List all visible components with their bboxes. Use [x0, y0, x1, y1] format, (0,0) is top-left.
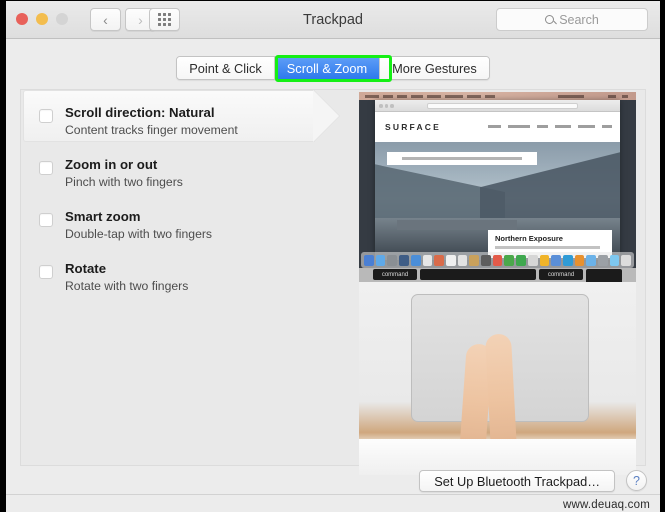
- tab-scroll-and-zoom[interactable]: Scroll & Zoom: [274, 57, 381, 79]
- preview-pier: [397, 220, 517, 230]
- checkbox-scroll-direction[interactable]: [39, 109, 53, 123]
- preview-dock: [361, 252, 634, 268]
- preview-key-option: option: [586, 269, 622, 282]
- option-subtitle: Content tracks finger movement: [65, 123, 238, 137]
- option-title: Scroll direction: Natural: [65, 105, 215, 120]
- checkbox-smart-zoom[interactable]: [39, 213, 53, 227]
- set-up-bluetooth-trackpad-button[interactable]: Set Up Bluetooth Trackpad…: [419, 470, 615, 492]
- preview-card-title: Northern Exposure: [495, 234, 563, 243]
- watermark: www.deuaq.com: [563, 499, 650, 511]
- preferences-panel: Scroll direction: Natural Content tracks…: [20, 89, 646, 475]
- option-title: Rotate: [65, 261, 107, 276]
- preview-site-logo: SURFACE: [385, 122, 442, 132]
- tab-group: Point & Click Scroll & Zoom More Gesture…: [176, 56, 490, 80]
- checkbox-zoom-in-or-out[interactable]: [39, 161, 53, 175]
- option-text: Rotate Rotate with two fingers: [65, 256, 188, 295]
- option-text: Zoom in or out Pinch with two fingers: [65, 152, 183, 191]
- option-subtitle: Pinch with two fingers: [65, 175, 183, 189]
- option-subtitle: Double-tap with two fingers: [65, 227, 212, 241]
- tab-bar: Point & Click Scroll & Zoom More Gesture…: [6, 56, 660, 80]
- preview-key-command-right: command: [539, 269, 583, 280]
- selected-row-pointer: [313, 90, 339, 142]
- option-title: Smart zoom: [65, 209, 141, 224]
- preview-key-command-left: command: [373, 269, 417, 280]
- tab-more-gestures[interactable]: More Gestures: [380, 57, 489, 79]
- gesture-options-list: Scroll direction: Natural Content tracks…: [21, 90, 351, 298]
- footer-divider: [6, 494, 660, 495]
- preview-site-nav: [488, 125, 612, 128]
- tab-point-and-click[interactable]: Point & Click: [177, 57, 275, 79]
- gesture-preview: SURFACE Northern Exposure command comman…: [359, 92, 636, 475]
- help-button[interactable]: ?: [626, 470, 647, 491]
- search-input[interactable]: Search: [496, 8, 648, 31]
- search-placeholder: Search: [559, 12, 599, 27]
- preview-card-subtitle: [495, 246, 600, 249]
- preview-laptop-screen: SURFACE Northern Exposure command comman…: [359, 92, 636, 282]
- preview-banner: [387, 152, 537, 165]
- preview-safari-window: SURFACE Northern Exposure: [375, 100, 620, 260]
- preview-menubar: [359, 92, 636, 100]
- preview-trackpad-photo: [359, 282, 636, 475]
- footer-bar: Set Up Bluetooth Trackpad… ? www.deuaq.c…: [6, 466, 660, 512]
- option-row-smart-zoom[interactable]: Smart zoom Double-tap with two fingers: [21, 194, 351, 246]
- search-icon: [545, 15, 555, 24]
- preview-safari-toolbar: [375, 100, 620, 112]
- preview-url-bar: [427, 103, 578, 109]
- checkbox-rotate[interactable]: [39, 265, 53, 279]
- title-bar: ‹ › Trackpad Search: [6, 1, 660, 39]
- system-preferences-trackpad-window: ‹ › Trackpad Search Point & Click Scroll…: [0, 0, 665, 512]
- option-text: Scroll direction: Natural Content tracks…: [65, 100, 238, 139]
- preview-keyboard-row: command command option: [359, 268, 636, 282]
- option-subtitle: Rotate with two fingers: [65, 279, 189, 293]
- option-title: Zoom in or out: [65, 157, 158, 172]
- preview-hero-image: Northern Exposure: [375, 142, 620, 260]
- option-row-rotate[interactable]: Rotate Rotate with two fingers: [21, 246, 351, 298]
- option-text: Smart zoom Double-tap with two fingers: [65, 204, 212, 243]
- preview-site-header: SURFACE: [375, 112, 620, 142]
- option-row-zoom-in-or-out[interactable]: Zoom in or out Pinch with two fingers: [21, 142, 351, 194]
- option-row-scroll-direction[interactable]: Scroll direction: Natural Content tracks…: [21, 90, 351, 142]
- preview-key-space: [420, 269, 536, 280]
- preview-window-dots: [379, 104, 394, 108]
